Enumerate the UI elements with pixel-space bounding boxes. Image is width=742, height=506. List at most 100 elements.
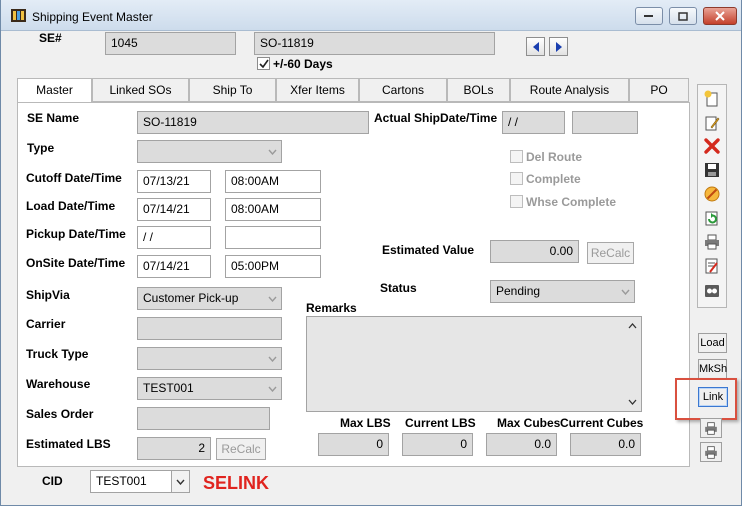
se-number-field[interactable]: 1045 bbox=[105, 32, 236, 55]
chevron-down-icon bbox=[620, 289, 630, 295]
shipvia-select-value: Customer Pick-up bbox=[143, 291, 239, 305]
se-name-header-field[interactable]: SO-11819 bbox=[254, 32, 495, 55]
record-toolbar bbox=[697, 84, 727, 308]
warehouse-select-value: TEST001 bbox=[143, 381, 194, 395]
tab-xfer-items[interactable]: Xfer Items bbox=[276, 78, 359, 102]
tab-linked-sos[interactable]: Linked SOs bbox=[92, 78, 189, 102]
current-cubes-field[interactable]: 0.0 bbox=[570, 433, 641, 456]
max-lbs-header: Max LBS bbox=[340, 416, 391, 430]
previous-record-button[interactable] bbox=[526, 37, 545, 56]
chevron-down-icon bbox=[267, 296, 277, 302]
maximize-button[interactable] bbox=[669, 7, 697, 25]
shipvia-dropdown-arrow[interactable] bbox=[263, 288, 281, 309]
truck-type-select[interactable] bbox=[137, 347, 282, 370]
truck-type-dropdown-arrow[interactable] bbox=[263, 348, 281, 369]
printer-icon bbox=[705, 421, 717, 435]
status-select-value: Pending bbox=[496, 284, 541, 298]
sales-order-label: Sales Order bbox=[26, 407, 94, 421]
status-dropdown-arrow[interactable] bbox=[616, 281, 634, 302]
truck-type-label: Truck Type bbox=[26, 347, 89, 361]
minimize-button[interactable] bbox=[635, 7, 663, 25]
printer-icon bbox=[705, 234, 719, 250]
status-label: Status bbox=[380, 281, 417, 295]
estimated-value-label: Estimated Value bbox=[382, 243, 475, 257]
onsite-date-field[interactable]: 07/14/21 bbox=[137, 255, 211, 278]
estimated-value-recalc-button[interactable]: ReCalc bbox=[587, 242, 634, 264]
range-60-days-checkbox[interactable] bbox=[257, 57, 270, 70]
pickup-date-field[interactable]: / / bbox=[137, 226, 211, 249]
tab-master[interactable]: Master bbox=[17, 78, 92, 103]
close-icon bbox=[715, 11, 725, 21]
scroll-down-icon[interactable] bbox=[628, 399, 637, 405]
max-lbs-field[interactable]: 0 bbox=[318, 433, 389, 456]
estimated-lbs-label: Estimated LBS bbox=[26, 437, 111, 451]
onsite-time-field[interactable]: 05:00PM bbox=[225, 255, 321, 278]
new-document-icon bbox=[704, 90, 718, 107]
current-cubes-header: Current Cubes bbox=[560, 416, 644, 430]
max-cubes-header: Max Cubes bbox=[497, 416, 561, 430]
mksh-button[interactable]: MkSh bbox=[698, 359, 727, 379]
estimated-value-field[interactable]: 0.00 bbox=[490, 240, 579, 263]
current-lbs-header: Current LBS bbox=[405, 416, 476, 430]
delete-record-button[interactable] bbox=[702, 136, 722, 156]
print-labels-button[interactable] bbox=[700, 418, 722, 438]
status-select[interactable]: Pending bbox=[490, 280, 635, 303]
next-record-button[interactable] bbox=[549, 37, 568, 56]
tab-route-analysis[interactable]: Route Analysis bbox=[510, 78, 629, 102]
edit-record-button[interactable] bbox=[702, 113, 722, 133]
cid-select-value: TEST001 bbox=[96, 474, 147, 488]
estimated-lbs-recalc-button[interactable]: ReCalc bbox=[216, 438, 266, 460]
scroll-up-icon[interactable] bbox=[628, 323, 637, 329]
current-lbs-field[interactable]: 0 bbox=[402, 433, 473, 456]
triangle-left-icon bbox=[532, 41, 539, 52]
warehouse-dropdown-arrow[interactable] bbox=[263, 378, 281, 399]
max-cubes-field[interactable]: 0.0 bbox=[486, 433, 557, 456]
warehouse-select[interactable]: TEST001 bbox=[137, 377, 282, 400]
close-window-button[interactable] bbox=[703, 7, 737, 25]
chevron-down-icon bbox=[176, 479, 185, 485]
tab-ship-to[interactable]: Ship To bbox=[189, 78, 276, 102]
cancel-record-button[interactable] bbox=[702, 184, 722, 204]
shipvia-select[interactable]: Customer Pick-up bbox=[137, 287, 282, 310]
cid-label: CID bbox=[42, 474, 63, 488]
del-route-checkbox[interactable] bbox=[510, 150, 523, 163]
save-record-button[interactable] bbox=[702, 160, 722, 180]
tab-bols[interactable]: BOLs bbox=[447, 78, 510, 102]
estimated-lbs-field[interactable]: 2 bbox=[137, 437, 211, 460]
maximize-icon bbox=[678, 11, 688, 21]
onsite-label: OnSite Date/Time bbox=[26, 256, 126, 270]
tab-po[interactable]: PO bbox=[629, 78, 689, 102]
app-icon bbox=[11, 9, 26, 22]
link-button-highlight bbox=[675, 378, 737, 420]
whse-complete-checkbox[interactable] bbox=[510, 195, 523, 208]
type-select[interactable] bbox=[137, 140, 282, 163]
save-icon bbox=[705, 163, 719, 177]
pickup-time-field[interactable] bbox=[225, 226, 321, 249]
type-dropdown-arrow[interactable] bbox=[263, 141, 281, 162]
actual-ship-time-field[interactable] bbox=[572, 111, 638, 134]
sales-order-field[interactable] bbox=[137, 407, 270, 430]
complete-checkbox[interactable] bbox=[510, 172, 523, 185]
report-icon bbox=[705, 258, 718, 274]
se-name-field[interactable]: SO-11819 bbox=[137, 111, 369, 134]
check-icon bbox=[258, 59, 269, 68]
print-record-button[interactable] bbox=[702, 232, 722, 252]
cid-dropdown-arrow[interactable] bbox=[171, 471, 189, 492]
lookup-record-button[interactable] bbox=[702, 281, 722, 301]
refresh-record-button[interactable] bbox=[702, 208, 722, 228]
report-record-button[interactable] bbox=[702, 256, 722, 276]
load-button[interactable]: Load bbox=[698, 333, 727, 353]
carrier-field[interactable] bbox=[137, 317, 282, 340]
tab-cartons[interactable]: Cartons bbox=[359, 78, 447, 102]
cutoff-label: Cutoff Date/Time bbox=[26, 171, 122, 185]
actual-ship-date-field[interactable]: / / bbox=[502, 111, 565, 134]
lookup-icon bbox=[705, 285, 719, 297]
remarks-textarea[interactable] bbox=[306, 316, 642, 412]
new-record-button[interactable] bbox=[702, 89, 722, 109]
cid-select[interactable]: TEST001 bbox=[90, 470, 190, 493]
load-date-field[interactable]: 07/14/21 bbox=[137, 198, 211, 221]
cutoff-date-field[interactable]: 07/13/21 bbox=[137, 170, 211, 193]
load-time-field[interactable]: 08:00AM bbox=[225, 198, 321, 221]
cutoff-time-field[interactable]: 08:00AM bbox=[225, 170, 321, 193]
print-documents-button[interactable] bbox=[700, 442, 722, 462]
